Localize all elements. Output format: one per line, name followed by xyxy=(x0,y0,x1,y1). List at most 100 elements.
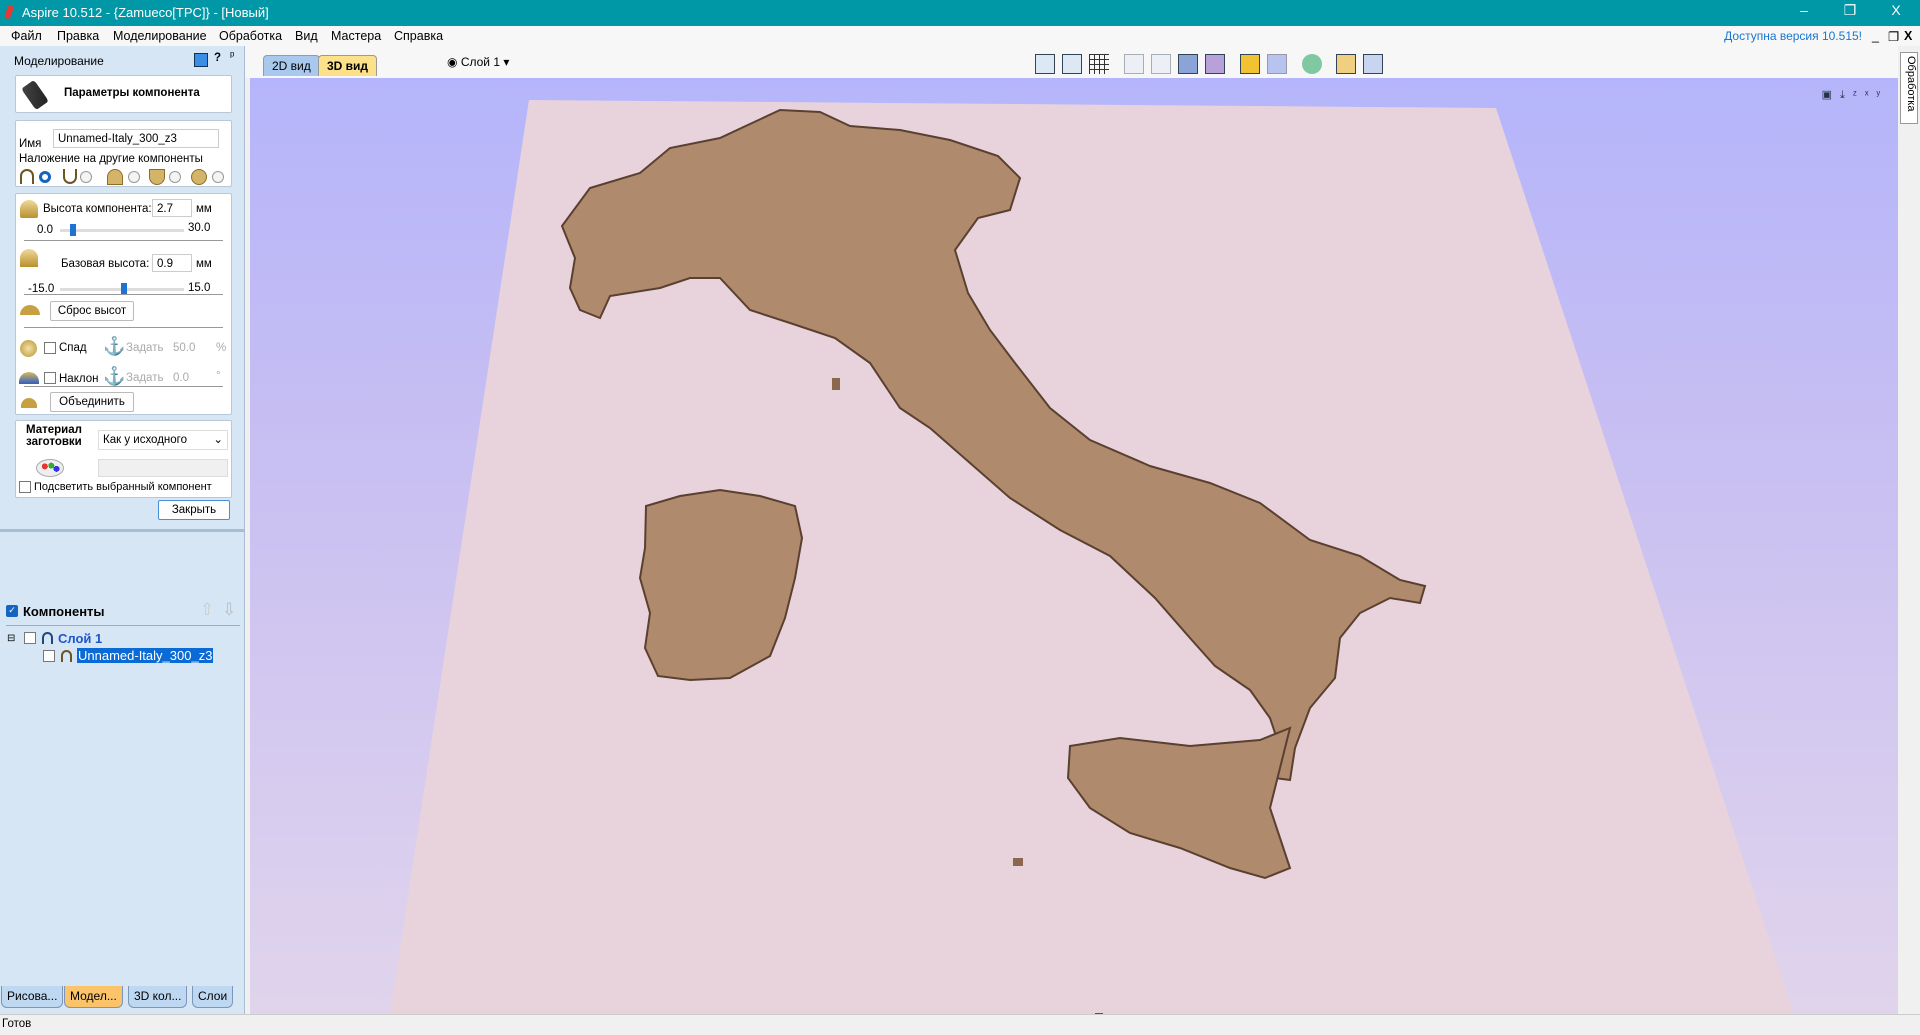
add-mode-icon xyxy=(20,169,34,184)
tab-drawing[interactable]: Рисова... xyxy=(1,986,64,1008)
divider xyxy=(24,386,223,387)
merge-icon xyxy=(21,398,37,408)
dock-icon[interactable] xyxy=(194,53,208,67)
name-input[interactable]: Unnamed-Italy_300_z3 xyxy=(53,129,219,148)
components-header: Компоненты xyxy=(23,604,105,619)
mdi-minimize-button[interactable]: _ xyxy=(1872,29,1879,43)
tab-toolpaths[interactable]: Обработка xyxy=(1900,52,1918,124)
color-select[interactable] xyxy=(98,459,228,477)
reset-heights-icon xyxy=(20,305,40,315)
zoom-window-icon[interactable] xyxy=(1178,54,1198,74)
overlay-subtract-radio[interactable] xyxy=(80,171,92,183)
material-select[interactable]: Как у исходного ⌄ xyxy=(98,430,228,450)
right-panel-strip: Обработка xyxy=(1898,46,1920,1014)
overlay-multiply-radio[interactable] xyxy=(212,171,224,183)
overlay-min-radio[interactable] xyxy=(169,171,181,183)
merge-button[interactable]: Объединить xyxy=(50,392,134,412)
menu-wizards[interactable]: Мастера xyxy=(331,29,381,43)
menu-file[interactable]: Файл xyxy=(11,29,42,43)
menu-edit[interactable]: Правка xyxy=(57,29,99,43)
3d-viewport[interactable]: ▣⤓ᶻˣʸ xyxy=(250,78,1898,1014)
tilt-value[interactable]: 0.0 xyxy=(173,372,189,384)
view-orientation-icons[interactable]: ▣⤓ᶻˣʸ xyxy=(1822,88,1888,102)
divider xyxy=(24,327,223,328)
split-h-icon[interactable] xyxy=(1336,54,1356,74)
height-slider-thumb[interactable] xyxy=(70,224,76,236)
layer-checkbox[interactable] xyxy=(24,632,36,644)
close-button[interactable]: Закрыть xyxy=(158,500,230,520)
component-checkbox[interactable] xyxy=(43,650,55,662)
highlight-checkbox[interactable] xyxy=(19,481,31,493)
material-select-value: Как у исходного xyxy=(103,434,187,446)
fade-set-button[interactable]: Задать xyxy=(126,342,163,354)
tab-modeling[interactable]: Модел... xyxy=(64,986,123,1008)
layer-dropdown-label: Слой 1 xyxy=(460,55,500,69)
tab-layers[interactable]: Слои xyxy=(192,986,234,1008)
height-slider[interactable] xyxy=(60,229,184,232)
tilt-unit: ° xyxy=(216,370,221,382)
mdi-close-button[interactable]: X xyxy=(1904,29,1912,43)
move-down-icon[interactable]: ⇩ xyxy=(222,600,236,620)
fade-value[interactable]: 50.0 xyxy=(173,342,195,354)
tab-2d-view[interactable]: 2D вид xyxy=(263,55,320,76)
pin-icon[interactable]: ᵖ xyxy=(230,50,234,62)
material-icon[interactable] xyxy=(1302,54,1322,74)
zoom-extents-icon[interactable] xyxy=(1205,54,1225,74)
zoom-icon[interactable] xyxy=(1151,54,1171,74)
anchor-icon[interactable]: ⚓ xyxy=(103,336,125,357)
grid-icon[interactable] xyxy=(1089,54,1109,74)
material-label: Материал xyxy=(26,424,82,436)
name-label: Имя xyxy=(19,138,42,150)
island-mark xyxy=(1013,858,1023,866)
menu-view[interactable]: Вид xyxy=(295,29,318,43)
restore-button[interactable]: ❐ xyxy=(1830,2,1870,19)
shaded-icon[interactable] xyxy=(1240,54,1260,74)
overlay-max-radio[interactable] xyxy=(128,171,140,183)
wrench-icon xyxy=(21,79,49,111)
layout-tool-icon[interactable] xyxy=(1062,54,1082,74)
layer-dropdown[interactable]: ◉ Слой 1 ▾ xyxy=(447,55,509,69)
minimize-button[interactable]: – xyxy=(1784,2,1824,18)
collapse-icon[interactable]: ⊟ xyxy=(7,633,15,644)
divider xyxy=(0,529,245,532)
mdi-restore-button[interactable]: ❐ xyxy=(1888,29,1899,44)
overlay-label: Наложение на другие компоненты xyxy=(19,153,203,165)
close-window-button[interactable]: X xyxy=(1876,2,1916,18)
panel-tabs: Рисова... Модел... 3D кол... Слои xyxy=(0,986,245,1008)
update-available-link[interactable]: Доступна версия 10.515! xyxy=(1724,29,1862,43)
wireframe-icon[interactable] xyxy=(1267,54,1287,74)
height-input[interactable]: 2.7 xyxy=(152,199,192,217)
move-up-icon[interactable]: ⇧ xyxy=(200,600,214,620)
anchor-icon[interactable]: ⚓ xyxy=(103,366,125,387)
base-height-max: 15.0 xyxy=(188,282,211,294)
pan-icon[interactable] xyxy=(1124,54,1144,74)
tilt-set-button[interactable]: Задать xyxy=(126,372,163,384)
fade-unit: % xyxy=(216,342,227,354)
tab-3d-view[interactable]: 3D вид xyxy=(318,55,378,76)
layer-icon xyxy=(42,632,53,644)
status-bar: Готов xyxy=(0,1014,1920,1035)
components-checkbox[interactable]: ✓ xyxy=(6,605,18,617)
tilt-checkbox[interactable] xyxy=(44,372,56,384)
height-min: 0.0 xyxy=(37,224,53,236)
help-icon[interactable]: ? xyxy=(214,52,221,64)
tree-layer-item[interactable]: Слой 1 xyxy=(58,631,102,646)
menu-toolpaths[interactable]: Обработка xyxy=(219,29,282,43)
tab-3d-clipart[interactable]: 3D кол... xyxy=(128,986,188,1008)
split-v-icon[interactable] xyxy=(1363,54,1383,74)
tree-component-item[interactable]: Unnamed-Italy_300_z3 xyxy=(77,648,214,663)
draw-tool-icon[interactable] xyxy=(1035,54,1055,74)
base-height-input[interactable]: 0.9 xyxy=(152,254,192,272)
menu-bar: Файл Правка Моделирование Обработка Вид … xyxy=(0,26,1920,46)
menu-modeling[interactable]: Моделирование xyxy=(113,29,207,43)
height-label: Высота компонента: xyxy=(43,203,152,215)
title-bar: Aspire 10.512 - {Zamueco[TPC]} - [Новый]… xyxy=(0,0,1920,26)
max-mode-icon xyxy=(107,169,123,185)
overlay-add-radio[interactable] xyxy=(39,171,51,183)
menu-help[interactable]: Справка xyxy=(394,29,443,43)
tilt-icon xyxy=(19,372,39,384)
app-logo-icon xyxy=(3,4,15,20)
base-height-label: Базовая высота: xyxy=(61,258,150,270)
reset-heights-button[interactable]: Сброс высот xyxy=(50,301,134,321)
fade-checkbox[interactable] xyxy=(44,342,56,354)
